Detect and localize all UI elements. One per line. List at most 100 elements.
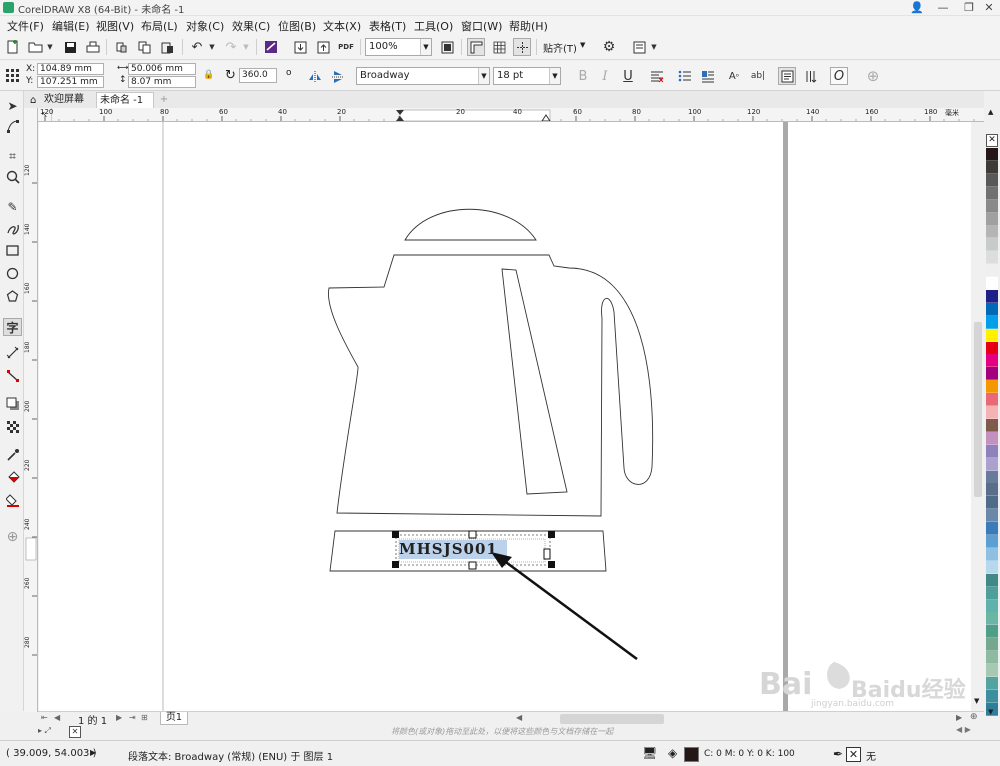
palette-swatch[interactable] — [986, 612, 998, 626]
launcher-chevron-down-icon[interactable]: ▼ — [645, 38, 663, 56]
x-position-field[interactable]: 104.89 mm — [37, 63, 104, 75]
text-formatting-button[interactable]: ab | — [748, 67, 768, 85]
palette-swatch[interactable] — [986, 186, 998, 200]
palette-swatch[interactable] — [986, 431, 998, 445]
palette-swatch[interactable] — [986, 238, 998, 252]
palette-swatch[interactable] — [986, 586, 998, 600]
freehand-tool-icon[interactable]: ✎ — [3, 198, 22, 216]
menu-view[interactable]: 视图(V) — [96, 18, 134, 34]
mirror-horizontal-icon[interactable] — [306, 68, 324, 86]
zoom-level-select[interactable]: 100% ▼ — [365, 38, 432, 56]
paste-icon[interactable] — [158, 38, 176, 56]
document-palette-expand-icon[interactable]: ▸ ⤢ — [38, 726, 51, 736]
menu-file[interactable]: 文件(F) — [7, 18, 44, 34]
menu-layout[interactable]: 布局(L) — [141, 18, 178, 34]
palette-swatch[interactable] — [986, 328, 998, 342]
save-icon[interactable] — [61, 38, 79, 56]
palette-swatch[interactable] — [986, 315, 998, 329]
menu-help[interactable]: 帮助(H) — [509, 18, 548, 34]
scroll-left-icon[interactable]: ◀ — [516, 713, 522, 722]
palette-swatch[interactable] — [986, 160, 998, 174]
publish-pdf-icon[interactable]: PDF — [337, 38, 355, 56]
shape-tool-icon[interactable] — [3, 119, 22, 137]
show-grid-icon[interactable] — [490, 38, 508, 56]
menu-tools[interactable]: 工具(O) — [414, 18, 453, 34]
menu-table[interactable]: 表格(T) — [369, 18, 406, 34]
crop-tool-icon[interactable]: ⌗ — [3, 147, 22, 165]
cut-icon[interactable] — [112, 38, 130, 56]
options-gear-icon[interactable]: ⚙ — [600, 38, 618, 56]
parallel-dimension-tool-icon[interactable] — [3, 346, 22, 364]
vertical-scrollbar-thumb[interactable] — [974, 322, 982, 497]
palette-swatch[interactable] — [986, 225, 998, 239]
menu-bitmaps[interactable]: 位图(B) — [278, 18, 316, 34]
text-alignment-icon[interactable] — [648, 67, 666, 85]
artistic-media-tool-icon[interactable] — [3, 221, 22, 239]
chevron-down-icon[interactable]: ▼ — [420, 39, 431, 55]
italic-button[interactable]: I — [596, 67, 614, 85]
mirror-vertical-icon[interactable] — [329, 68, 347, 86]
new-document-icon[interactable] — [4, 38, 22, 56]
palette-swatch[interactable] — [986, 547, 998, 561]
add-toolbar-plus-icon[interactable]: ⊕ — [864, 67, 882, 85]
palette-swatch[interactable] — [986, 173, 998, 187]
open-dropdown-chevron-icon[interactable]: ▼ — [41, 38, 59, 56]
tab-welcome-screen[interactable]: ⌂ 欢迎屏幕 — [26, 92, 94, 108]
lock-ratio-icon[interactable]: 🔒 — [203, 70, 214, 80]
palette-swatch[interactable] — [986, 689, 998, 703]
bold-button[interactable]: B — [574, 67, 592, 85]
eyedropper-tool-icon[interactable] — [3, 448, 22, 466]
undo-dropdown-chevron-icon[interactable]: ▼ — [203, 38, 221, 56]
palette-swatch[interactable] — [986, 573, 998, 587]
menu-window[interactable]: 窗口(W) — [461, 18, 502, 34]
last-page-icon[interactable]: ⇥ — [129, 713, 136, 722]
palette-scroll-up-icon[interactable]: ▲ — [988, 108, 993, 116]
palette-swatch[interactable] — [986, 277, 998, 290]
text-tool-icon[interactable]: 字 — [3, 318, 22, 336]
palette-swatch[interactable] — [986, 522, 998, 536]
palette-swatch[interactable] — [986, 406, 998, 419]
frame-text-button[interactable]: O — [830, 67, 848, 85]
menu-object[interactable]: 对象(C) — [186, 18, 224, 34]
font-chevron-down-icon[interactable]: ▼ — [478, 68, 489, 84]
height-field[interactable]: 8.07 mm — [128, 76, 196, 88]
palette-swatch[interactable] — [986, 496, 998, 510]
scroll-down-icon[interactable]: ▼ — [974, 697, 979, 705]
menu-edit[interactable]: 编辑(E) — [52, 18, 90, 34]
font-size-select[interactable]: 18 pt ▼ — [493, 67, 561, 85]
add-tab-button[interactable]: + — [157, 92, 171, 108]
prev-page-icon[interactable]: ◀ — [54, 713, 60, 722]
close-button[interactable]: ✕ — [976, 0, 1000, 16]
palette-swatch[interactable] — [986, 638, 998, 652]
font-size-chevron-down-icon[interactable]: ▼ — [549, 68, 560, 84]
menu-text[interactable]: 文本(X) — [323, 18, 361, 34]
navigator-zoom-icon[interactable]: ⊕ — [970, 712, 978, 722]
add-tool-plus-icon[interactable]: ⊕ — [3, 528, 22, 546]
palette-swatch[interactable] — [986, 148, 998, 161]
document-palette-no-color-icon[interactable]: ✕ — [69, 726, 81, 738]
next-page-icon[interactable]: ▶ — [116, 713, 122, 722]
palette-swatch[interactable] — [986, 199, 998, 213]
smart-fill-tool-icon[interactable] — [3, 494, 22, 512]
drawing-canvas[interactable]: Bai MHSJS001 Baidu经验 jingyan.baidu.com — [39, 122, 971, 711]
pick-tool-icon[interactable]: ➤ — [3, 97, 22, 115]
user-icon[interactable]: 👤 — [904, 0, 930, 16]
palette-swatch[interactable] — [986, 418, 998, 432]
palette-swatch[interactable] — [986, 470, 998, 484]
show-rulers-icon[interactable] — [467, 38, 485, 56]
redo-dropdown-chevron-icon[interactable]: ▼ — [237, 38, 255, 56]
palette-swatch[interactable] — [986, 354, 998, 368]
tab-untitled-document[interactable]: 未命名 -1 — [96, 92, 154, 108]
vertical-text-icon[interactable] — [801, 67, 819, 85]
palette-swatch[interactable] — [986, 651, 998, 665]
add-page-icon[interactable]: ⊞ — [141, 713, 148, 722]
character-formatting-button[interactable]: Aᵒ — [725, 67, 743, 85]
drop-cap-icon[interactable] — [699, 67, 717, 85]
y-position-field[interactable]: 107.251 mm — [37, 76, 104, 88]
fill-color-swatch[interactable] — [684, 747, 699, 762]
connector-tool-icon[interactable] — [3, 369, 22, 387]
vertical-scrollbar[interactable]: ▼ — [972, 122, 984, 711]
polygon-tool-icon[interactable] — [3, 290, 22, 308]
palette-swatch[interactable] — [986, 264, 998, 278]
palette-swatch[interactable] — [986, 380, 998, 394]
